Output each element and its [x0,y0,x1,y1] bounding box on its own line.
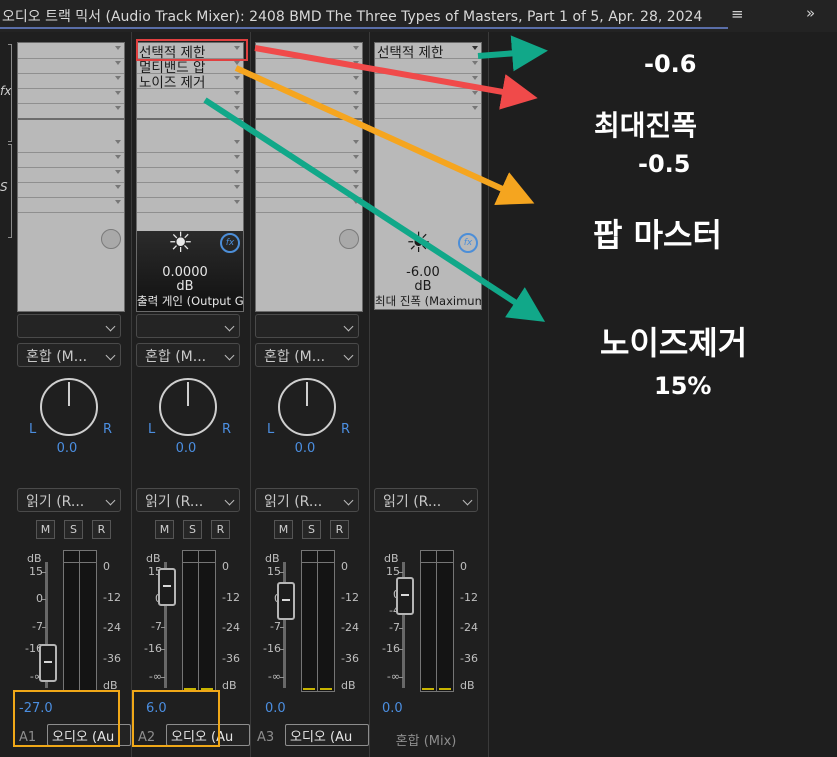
annotation-label: -0.5 [638,150,691,178]
annotation-label: -0.6 [644,50,697,78]
annotation-label: 노이즈제거 [600,324,748,362]
arrow-noise-to-value [203,97,546,322]
annotation-label: 15% [654,372,712,400]
annotation-label: 팝 마스터 [593,216,722,254]
annotation-label: 최대진폭 [594,109,698,142]
arrow-limiter-to-value [477,35,548,72]
